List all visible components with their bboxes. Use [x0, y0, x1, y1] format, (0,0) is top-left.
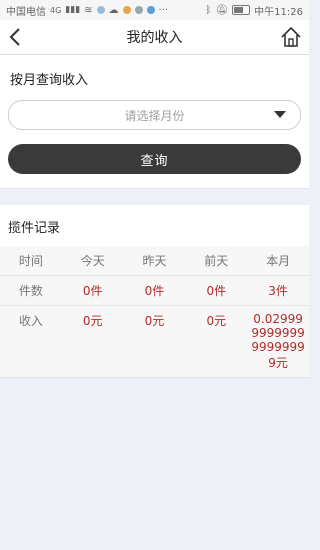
column-header: 本月 [266, 254, 291, 268]
income-yesterday: 0元 [144, 314, 165, 328]
caret-down-icon [274, 111, 286, 118]
column-header: 时间 [18, 254, 43, 268]
records-table: 时间 今天 昨天 前天 本月 件数 0件 0件 0件 3件 收入 0元 0元 0… [0, 246, 309, 377]
more-icon: ··· [158, 4, 169, 16]
records-section: 揽件记录 时间 今天 昨天 前天 本月 件数 0件 0件 0件 3件 收入 0元… [0, 205, 309, 378]
status-left: 中国电信 4G ▮▮▮ ≋ ☁ ··· [6, 3, 168, 18]
chat-icon [134, 6, 143, 14]
signal-icon: ▮▮▮ [65, 5, 81, 15]
chevron-left-icon [9, 28, 20, 46]
column-header: 今天 [80, 254, 105, 268]
section-spacer [0, 189, 309, 205]
carrier-label: 中国电信 [6, 6, 46, 18]
month-select-placeholder: 请选择月份 [124, 108, 185, 123]
month-select[interactable]: 请选择月份 [8, 100, 301, 130]
home-icon [281, 26, 301, 47]
count-yesterday: 0件 [144, 284, 165, 298]
count-day-before: 0件 [206, 284, 227, 298]
income-month: 0.02999999999999999999元 [251, 312, 305, 370]
income-day-before: 0元 [206, 314, 227, 328]
status-bar: 中国电信 4G ▮▮▮ ≋ ☁ ··· ᛒ 🔕︎ 中午11:26 [0, 0, 309, 20]
row-label: 件数 [18, 284, 43, 298]
status-right: ᛒ 🔕︎ 中午11:26 [205, 3, 303, 18]
income-today: 0元 [82, 314, 103, 328]
bluetooth-icon: ᛒ [205, 4, 212, 16]
wifi-icon: ≋ [84, 4, 93, 16]
clock-label: 中午11:26 [254, 6, 303, 18]
table-row: 收入 0元 0元 0元 0.02999999999999999999元 [0, 305, 309, 377]
app-header: 我的收入 [0, 20, 309, 55]
column-header: 前天 [204, 254, 229, 268]
column-header: 昨天 [142, 254, 167, 268]
back-button[interactable] [4, 25, 26, 49]
app-notification-icon-blue [146, 6, 155, 14]
network-label: 4G [50, 5, 62, 15]
records-title: 揽件记录 [8, 221, 61, 236]
monthly-query-title: 按月查询收入 [10, 73, 89, 88]
table-row: 件数 0件 0件 0件 3件 [0, 275, 309, 306]
battery-icon [232, 5, 251, 15]
count-today: 0件 [82, 284, 103, 298]
mute-icon: 🔕︎ [215, 4, 229, 16]
query-button[interactable]: 查询 [8, 144, 301, 174]
page-title: 我的收入 [126, 30, 183, 46]
app-notification-icon-orange [122, 6, 131, 14]
table-header-row: 时间 今天 昨天 前天 本月 [0, 246, 309, 276]
row-label: 收入 [18, 314, 43, 328]
monthly-query-section: 按月查询收入 请选择月份 查询 [0, 55, 309, 189]
home-button[interactable] [279, 24, 303, 50]
app-notification-icon [96, 6, 105, 14]
cloud-icon: ☁ [108, 4, 119, 16]
count-month: 3件 [268, 284, 288, 298]
